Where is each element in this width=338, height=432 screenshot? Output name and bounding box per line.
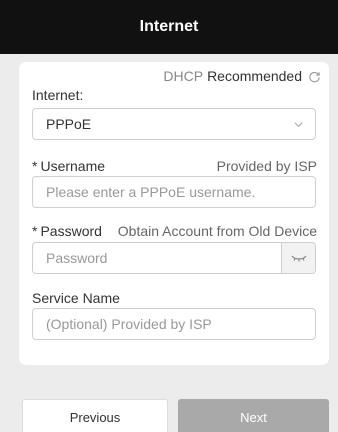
- password-input[interactable]: Password: [32, 242, 316, 274]
- password-label-text: Password: [40, 223, 102, 239]
- username-label: * Username: [32, 158, 105, 174]
- page-header: Internet: [0, 0, 338, 54]
- obtain-account-link[interactable]: Obtain Account from Old Device: [118, 223, 317, 239]
- username-label-text: Username: [40, 158, 106, 174]
- chevron-down-icon: [294, 122, 303, 128]
- dhcp-recommendation[interactable]: DHCP Recommended: [163, 68, 321, 84]
- eye-closed-icon: [291, 255, 306, 262]
- dhcp-recommended-label: Recommended: [207, 68, 302, 84]
- refresh-icon[interactable]: [308, 70, 321, 83]
- internet-label: Internet:: [32, 87, 84, 103]
- password-visibility-toggle[interactable]: [281, 243, 315, 273]
- password-label: * Password: [32, 223, 102, 239]
- next-button[interactable]: Next: [178, 399, 329, 432]
- internet-type-value: PPPoE: [46, 116, 92, 132]
- service-name-placeholder: (Optional) Provided by ISP: [46, 316, 212, 332]
- service-name-input[interactable]: (Optional) Provided by ISP: [32, 308, 316, 340]
- password-required-mark: *: [32, 223, 38, 239]
- internet-settings-card: DHCP Recommended Internet: PPPoE * Userna…: [19, 62, 329, 365]
- username-hint: Provided by ISP: [216, 158, 317, 174]
- username-placeholder: Please enter a PPPoE username.: [46, 184, 256, 200]
- dhcp-prefix: DHCP: [163, 68, 204, 84]
- page-title: Internet: [139, 18, 199, 35]
- internet-type-select[interactable]: PPPoE: [32, 108, 316, 140]
- previous-button[interactable]: Previous: [22, 399, 168, 432]
- password-placeholder: Password: [46, 250, 108, 266]
- service-name-label: Service Name: [32, 290, 120, 306]
- username-input[interactable]: Please enter a PPPoE username.: [32, 176, 316, 208]
- username-required-mark: *: [32, 158, 38, 174]
